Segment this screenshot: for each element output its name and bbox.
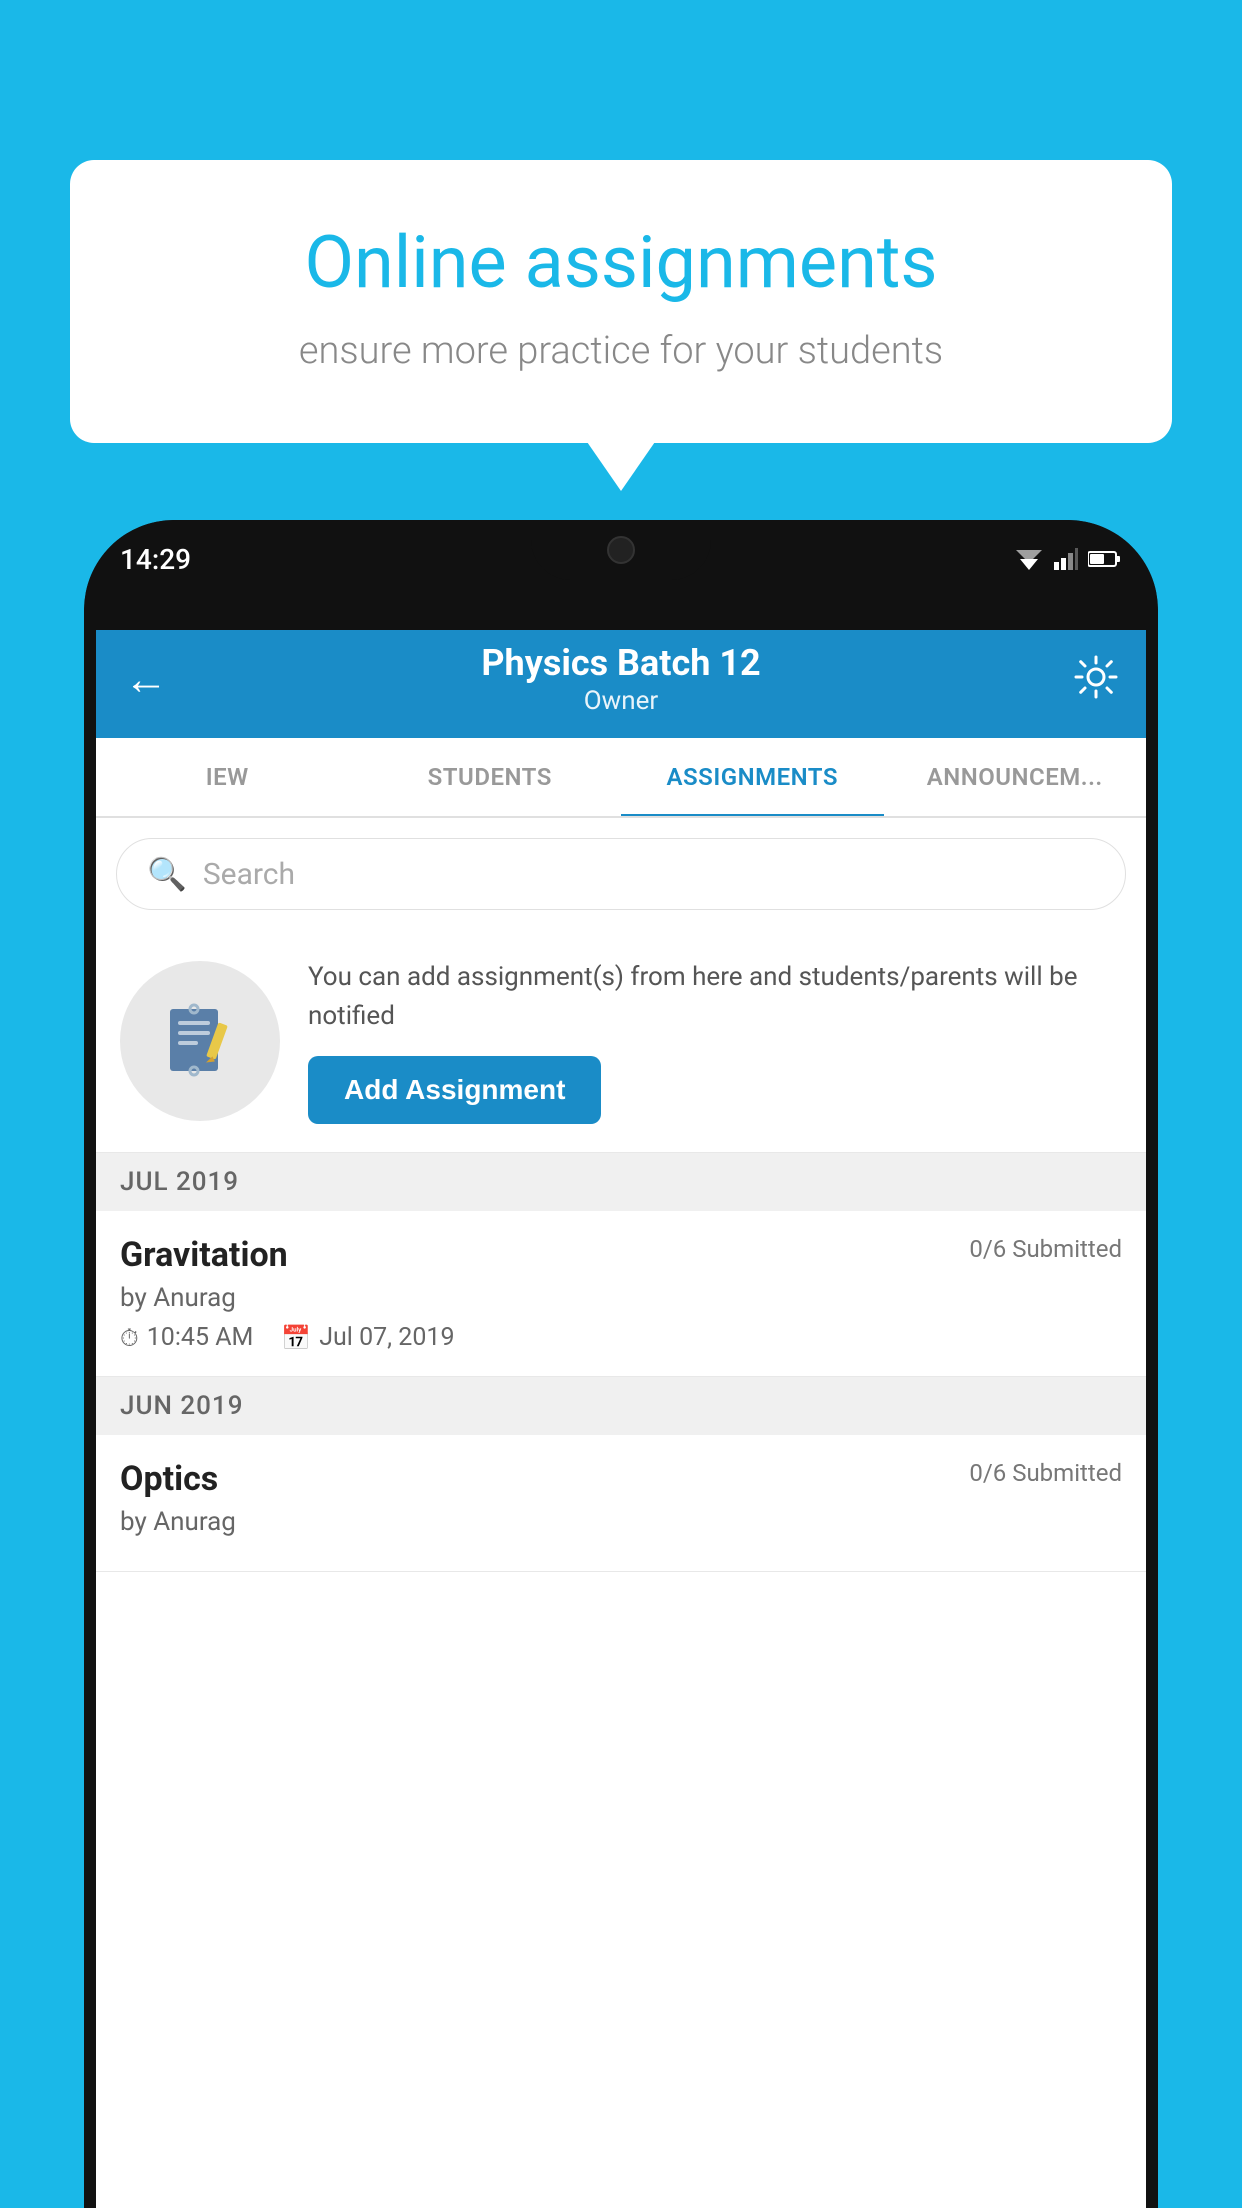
gear-icon: [1074, 655, 1118, 699]
search-icon: 🔍: [147, 855, 187, 893]
phone-notch: [531, 520, 711, 580]
search-bar[interactable]: 🔍 Search: [116, 838, 1126, 910]
meta-time: ⏱ 10:45 AM: [120, 1323, 253, 1352]
promo-text: You can add assignment(s) from here and …: [308, 958, 1122, 1036]
wifi-icon: [1014, 548, 1044, 570]
assignment-name: Gravitation: [120, 1235, 288, 1275]
tab-announcements[interactable]: ANNOUNCEM...: [884, 738, 1147, 816]
phone-screen: ← Physics Batch 12 Owner IEW STUDENTS AS…: [96, 620, 1146, 2208]
status-icons: [1014, 548, 1122, 570]
notebook-icon: [160, 1001, 240, 1081]
camera: [607, 536, 635, 564]
speech-bubble-container: Online assignments ensure more practice …: [70, 160, 1172, 443]
battery-icon: [1088, 550, 1122, 568]
section-jun-2019: JUN 2019: [96, 1377, 1146, 1435]
add-assignment-button[interactable]: Add Assignment: [308, 1056, 601, 1124]
assignment-by: by Anurag: [120, 1283, 1122, 1313]
tab-iew[interactable]: IEW: [96, 738, 359, 816]
back-button[interactable]: ←: [124, 653, 168, 705]
tab-students[interactable]: STUDENTS: [359, 738, 622, 816]
phone-frame: 14:29 ←: [84, 520, 1158, 2208]
tab-assignments[interactable]: ASSIGNMENTS: [621, 738, 884, 816]
bubble-subtitle: ensure more practice for your students: [150, 329, 1092, 373]
header-title-block: Physics Batch 12 Owner: [481, 642, 760, 716]
header-title: Physics Batch 12: [481, 642, 760, 684]
clock-icon: ⏱: [120, 1324, 139, 1352]
speech-bubble: Online assignments ensure more practice …: [70, 160, 1172, 443]
bubble-title: Online assignments: [150, 220, 1092, 305]
assignment-submitted: 0/6 Submitted: [969, 1235, 1122, 1263]
search-placeholder: Search: [203, 857, 295, 892]
assignment-gravitation[interactable]: Gravitation 0/6 Submitted by Anurag ⏱ 10…: [96, 1211, 1146, 1377]
status-time: 14:29: [120, 543, 191, 576]
signal-icon: [1054, 548, 1078, 570]
assignment-optics[interactable]: Optics 0/6 Submitted by Anurag: [96, 1435, 1146, 1572]
promo-content: You can add assignment(s) from here and …: [308, 958, 1122, 1124]
assignment-row-top-2: Optics 0/6 Submitted: [120, 1459, 1122, 1499]
meta-date-value: Jul 07, 2019: [319, 1323, 454, 1352]
header-subtitle: Owner: [481, 686, 760, 716]
assignment-meta: ⏱ 10:45 AM 📅 Jul 07, 2019: [120, 1323, 1122, 1352]
calendar-icon: 📅: [281, 1324, 311, 1352]
assignment-name-2: Optics: [120, 1459, 218, 1499]
assignment-row-top: Gravitation 0/6 Submitted: [120, 1235, 1122, 1275]
meta-time-value: 10:45 AM: [147, 1323, 254, 1352]
assignment-by-2: by Anurag: [120, 1507, 1122, 1537]
tabs-bar: IEW STUDENTS ASSIGNMENTS ANNOUNCEM...: [96, 738, 1146, 818]
promo-block: You can add assignment(s) from here and …: [96, 930, 1146, 1153]
app-header: ← Physics Batch 12 Owner: [96, 620, 1146, 738]
search-container: 🔍 Search: [96, 818, 1146, 930]
settings-button[interactable]: [1074, 655, 1118, 703]
section-jul-2019: JUL 2019: [96, 1153, 1146, 1211]
assignment-submitted-2: 0/6 Submitted: [969, 1459, 1122, 1487]
promo-icon-circle: [120, 961, 280, 1121]
meta-date: 📅 Jul 07, 2019: [281, 1323, 454, 1352]
